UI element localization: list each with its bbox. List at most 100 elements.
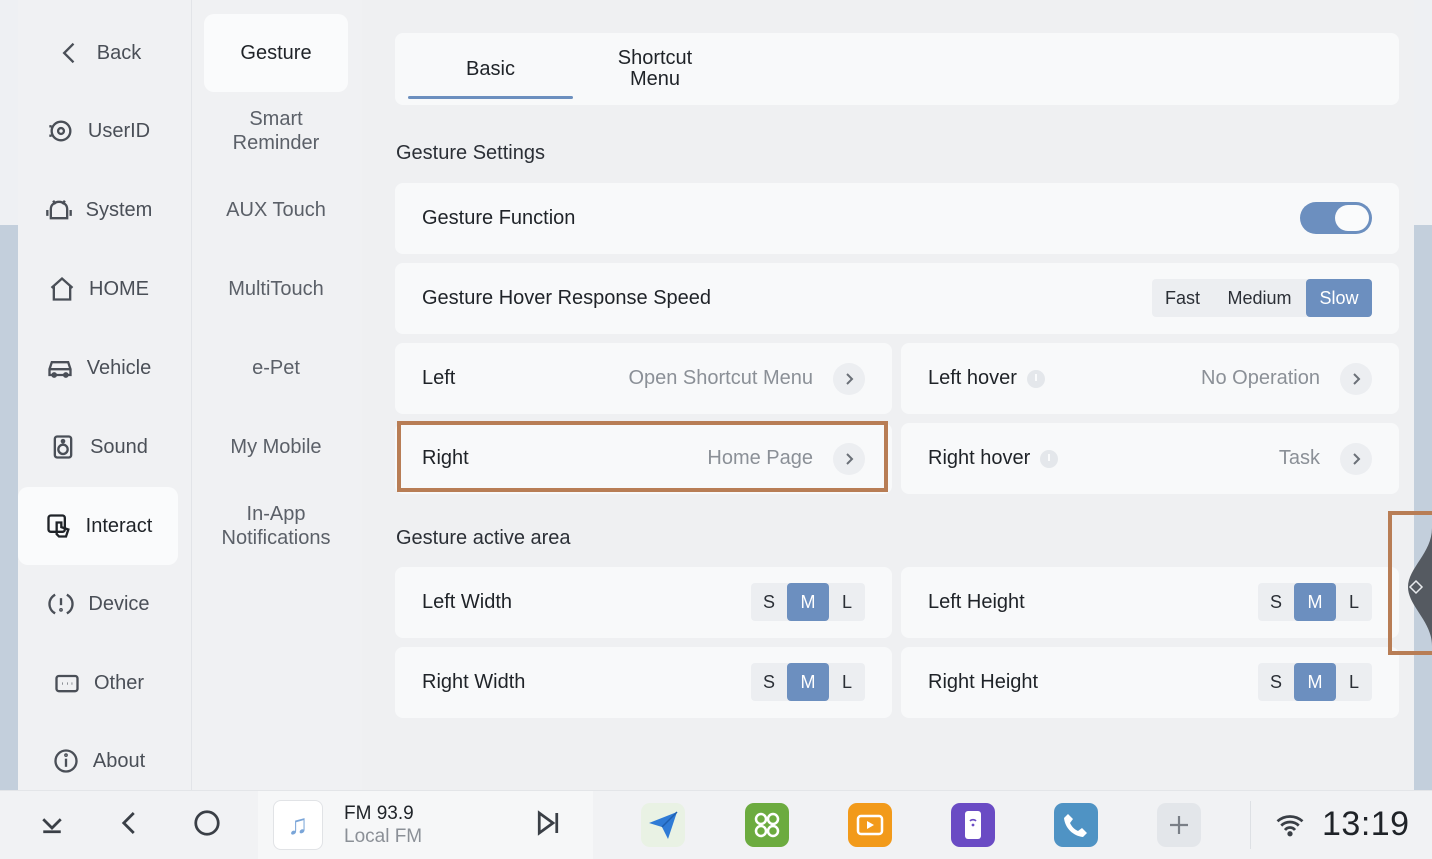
hover-speed-label: Gesture Hover Response Speed (422, 287, 712, 309)
speed-option-medium[interactable]: Medium (1213, 279, 1306, 317)
left-height-row: Left Height S M L (901, 567, 1399, 638)
size-option-l[interactable]: L (1336, 583, 1372, 621)
highlight-box-edge-handle (1388, 511, 1432, 655)
submenu-item-in-app-notifications[interactable]: In-App Notifications (204, 487, 348, 565)
paper-plane-icon (649, 811, 678, 839)
wifi-icon[interactable] (1268, 803, 1312, 847)
sidebar-item-label: Device (88, 592, 150, 615)
size-option-l[interactable]: L (829, 663, 865, 701)
clock: 13:19 (1322, 805, 1410, 843)
info-icon[interactable] (1040, 449, 1059, 468)
sidebar-item-device[interactable]: Device (18, 565, 178, 643)
left-height-label: Left Height (928, 591, 1025, 613)
highlight-box-right-gesture (397, 421, 888, 492)
chevron-right-icon (1340, 442, 1372, 475)
grid-icon (754, 812, 780, 838)
touch-icon (44, 511, 74, 541)
right-hover-text: Right hover (928, 447, 1031, 469)
toggle-knob (1335, 205, 1369, 231)
size-option-s[interactable]: S (751, 663, 787, 701)
media-title: FM 93.9 (344, 803, 414, 824)
size-option-m[interactable]: M (1294, 663, 1336, 701)
left-width-selector: S M L (751, 583, 865, 621)
media-widget[interactable]: ♫ FM 93.9 Local FM (258, 791, 593, 859)
nav-back-button[interactable] (108, 803, 152, 847)
back-button[interactable]: Back (18, 14, 178, 92)
sidebar: Back UserID System HOME Vehicle Sound In… (18, 0, 192, 790)
left-gesture-row[interactable]: Left Open Shortcut Menu (395, 343, 892, 414)
sidebar-item-interact[interactable]: Interact (18, 487, 178, 565)
hover-speed-row: Gesture Hover Response Speed Fast Medium… (395, 263, 1399, 334)
chevron-right-icon (833, 362, 865, 395)
info-icon[interactable] (1026, 369, 1045, 388)
tab-basic[interactable]: Basic (408, 33, 573, 105)
size-option-m[interactable]: M (787, 583, 829, 621)
left-width-row: Left Width S M L (395, 567, 892, 638)
size-option-l[interactable]: L (829, 583, 865, 621)
right-hover-row[interactable]: Right hover Task (901, 423, 1399, 494)
sidebar-item-label: Sound (90, 435, 148, 458)
speed-option-slow[interactable]: Slow (1306, 279, 1372, 317)
video-app-icon[interactable] (848, 803, 892, 847)
size-option-s[interactable]: S (1258, 663, 1294, 701)
phone-mirror-app-icon[interactable] (951, 803, 995, 847)
submenu-item-smart-reminder[interactable]: Smart Reminder (204, 92, 348, 170)
collapse-down-button[interactable] (30, 803, 74, 847)
submenu: Gesture Smart Reminder AUX Touch MultiTo… (192, 0, 362, 790)
left-hover-text: Left hover (928, 367, 1017, 389)
chevron-right-icon (1340, 362, 1372, 395)
phone-app-icon[interactable] (1054, 803, 1098, 847)
hover-speed-selector: Fast Medium Slow (1152, 279, 1372, 317)
sidebar-item-system[interactable]: System (18, 171, 178, 249)
sidebar-item-userid[interactable]: UserID (18, 92, 178, 170)
right-height-label: Right Height (928, 671, 1039, 693)
sidebar-item-label: Interact (85, 514, 153, 537)
add-app-button[interactable] (1157, 803, 1201, 847)
section-title-gesture-active-area: Gesture active area (396, 527, 571, 549)
submenu-item-my-mobile[interactable]: My Mobile (204, 408, 348, 486)
size-option-s[interactable]: S (751, 583, 787, 621)
sidebar-item-other[interactable]: Other (18, 644, 178, 722)
skip-next-icon (533, 808, 563, 843)
left-gesture-value: Open Shortcut Menu (628, 367, 813, 389)
sidebar-item-label: Other (93, 671, 145, 694)
dock-divider (1250, 801, 1251, 849)
right-width-row: Right Width S M L (395, 647, 892, 718)
sidebar-item-vehicle[interactable]: Vehicle (18, 329, 178, 407)
sidebar-item-home[interactable]: HOME (18, 250, 178, 328)
sidebar-item-label: HOME (89, 277, 149, 300)
chevron-left-icon (55, 38, 85, 68)
submenu-item-gesture[interactable]: Gesture (204, 14, 348, 92)
submenu-item-multitouch[interactable]: MultiTouch (204, 250, 348, 328)
size-option-m[interactable]: M (1294, 583, 1336, 621)
speaker-icon (48, 432, 78, 462)
right-height-selector: S M L (1258, 663, 1372, 701)
gesture-function-toggle[interactable] (1300, 202, 1372, 234)
submenu-item-e-pet[interactable]: e-Pet (204, 329, 348, 407)
speed-option-fast[interactable]: Fast (1152, 279, 1213, 317)
sidebar-item-about[interactable]: About (18, 722, 178, 800)
apps-grid-app-icon[interactable] (745, 803, 789, 847)
nav-home-button[interactable] (185, 803, 229, 847)
android-icon (44, 195, 74, 225)
music-note-icon: ♫ (273, 800, 323, 850)
size-option-m[interactable]: M (787, 663, 829, 701)
sidebar-item-sound[interactable]: Sound (18, 408, 178, 486)
navigation-app-icon[interactable] (641, 803, 685, 847)
bottom-dock: ♫ FM 93.9 Local FM 13:19 (0, 790, 1432, 859)
left-height-selector: S M L (1258, 583, 1372, 621)
skip-next-button[interactable] (526, 803, 570, 847)
size-option-s[interactable]: S (1258, 583, 1294, 621)
submenu-item-aux-touch[interactable]: AUX Touch (204, 171, 348, 249)
sidebar-item-label: Back (96, 41, 142, 64)
right-hover-value: Task (1278, 447, 1320, 469)
video-icon (856, 814, 884, 836)
sidebar-item-label: Vehicle (86, 356, 152, 379)
phone-icon (1064, 814, 1087, 837)
left-hover-row[interactable]: Left hover No Operation (901, 343, 1399, 414)
right-hover-label: Right hover (928, 423, 1059, 494)
tab-shortcut-menu[interactable]: Shortcut Menu (590, 33, 720, 105)
size-option-l[interactable]: L (1336, 663, 1372, 701)
right-width-label: Right Width (422, 671, 526, 693)
user-id-icon (46, 116, 76, 146)
